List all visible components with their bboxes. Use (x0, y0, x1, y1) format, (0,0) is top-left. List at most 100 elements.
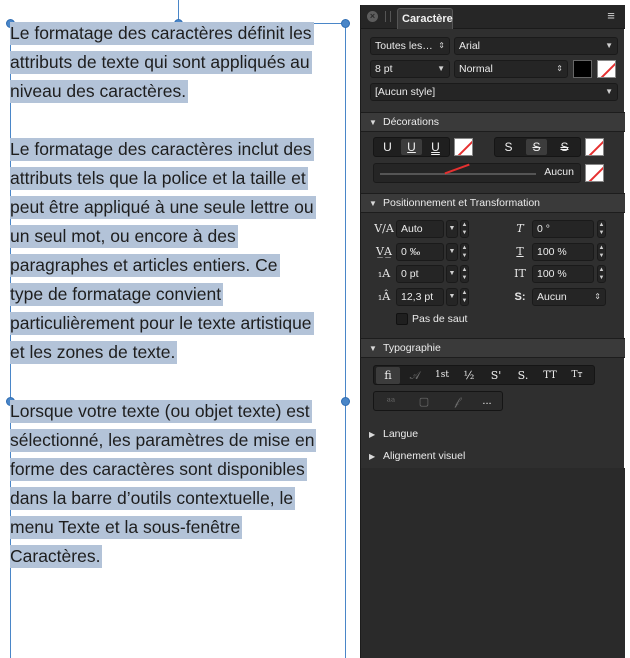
decoration-fill-swatch[interactable] (585, 164, 604, 182)
tab-character[interactable]: Caractère (397, 8, 453, 29)
updown-icon: ⇕ (594, 292, 601, 301)
horizontal-scale-value: 100 % (537, 246, 567, 258)
section-visual-alignment[interactable]: ▶ Alignement visuel (361, 446, 625, 466)
section-decorations[interactable]: ▼ Décorations (361, 112, 625, 132)
subscript-button[interactable]: S. (511, 367, 535, 384)
baseline-stepper[interactable]: ▲ ▼ (460, 265, 469, 283)
slider-track (380, 173, 536, 175)
vertical-scale-field[interactable]: 100 % (532, 265, 594, 283)
baseline-field[interactable]: 0 pt (396, 265, 444, 283)
text-line: Caractères. (10, 542, 350, 571)
baseline-dropdown-icon[interactable]: ▼ (446, 265, 458, 283)
tracking-field[interactable]: 0 ‰ (396, 243, 444, 261)
more-typography-button[interactable]: ... (475, 393, 499, 410)
character-style-select[interactable]: [Aucun style] ▼ (370, 83, 618, 101)
ligatures-button[interactable]: ﬁ (376, 367, 400, 384)
font-family-select[interactable]: Arial ▼ (454, 37, 618, 55)
no-break-checkbox[interactable] (396, 313, 408, 325)
shear-stepper[interactable]: ▲ ▼ (597, 220, 606, 238)
vertical-scale-value: 100 % (537, 268, 567, 280)
section-title: Décorations (383, 116, 440, 128)
section-title: Alignement visuel (383, 450, 466, 462)
strikethrough-button-group: S S S (494, 137, 581, 157)
typography-row-1: ﬁ 𝒜 1st ½ S' S. TT Tт (373, 365, 595, 385)
selected-text: peut être appliqué à une seule lettre ou (10, 196, 316, 219)
baseline-icon: ₁A (377, 267, 391, 280)
leading-field[interactable]: 12,3 pt (396, 288, 444, 306)
underline-none-button[interactable]: U (377, 139, 398, 155)
selected-text: menu Texte et la sous-fenêtre (10, 516, 243, 539)
selected-text: paragraphes et articles entiers. Ce (10, 254, 280, 277)
vertical-scale-stepper[interactable]: ▲ ▼ (597, 265, 606, 283)
kerning-field[interactable]: Auto (396, 220, 444, 238)
section-title: Typographie (383, 342, 441, 354)
selected-text: attributs de texte qui sont appliqués au (10, 51, 312, 74)
section-title: Langue (383, 428, 419, 440)
triangle-right-icon: ▶ (369, 452, 376, 461)
contextual-alternates-button[interactable]: 𝒻 (442, 393, 472, 410)
tracking-dropdown-icon[interactable]: ▼ (446, 243, 458, 261)
chevron-down-icon: ▼ (605, 87, 613, 96)
leading-value: 12,3 pt (401, 291, 434, 303)
ordinals-button[interactable]: 1st (430, 367, 454, 384)
underline-single-button[interactable]: U (401, 139, 422, 155)
strikethrough-double-button[interactable]: S (554, 139, 575, 155)
kerning-value: Auto (401, 223, 423, 235)
all-caps-button[interactable]: TT (538, 367, 562, 384)
kerning-dropdown-icon[interactable]: ▼ (446, 220, 458, 238)
close-icon[interactable]: × (367, 11, 378, 22)
underline-double-button[interactable]: U (425, 139, 446, 155)
horizontal-scale-field[interactable]: 100 % (532, 243, 594, 261)
swash-button[interactable]: 𝒜 (403, 367, 427, 384)
horizontal-scale-stepper[interactable]: ▲ ▼ (597, 243, 606, 261)
slider-value: Aucun (544, 166, 574, 178)
decoration-weight-slider[interactable]: Aucun (373, 163, 581, 183)
tracking-stepper[interactable]: ▲ ▼ (460, 243, 469, 261)
section-language[interactable]: ▶ Langue (361, 424, 625, 444)
tracking-icon: V̲A̲ (376, 245, 392, 258)
leading-dropdown-icon[interactable]: ▼ (446, 288, 458, 306)
stylistic-alternates-button[interactable]: ᵃᵃ (376, 393, 406, 410)
font-style-select[interactable]: Normal ⇕ (454, 60, 568, 78)
text-highlight-none-swatch[interactable] (597, 60, 616, 78)
strikethrough-single-button[interactable]: S (526, 139, 547, 155)
paragraph-2[interactable]: Le formatage des caractères inclut des a… (10, 135, 350, 367)
character-panel: × Caractère ≡ Toutes les… ⇕ Arial ▼ 8 pt… (360, 5, 625, 658)
paragraph-3[interactable]: Lorsque votre texte (ou objet texte) est… (10, 397, 350, 571)
shear-field[interactable]: 0 ° (532, 220, 594, 238)
font-family-value: Arial (459, 40, 481, 52)
ornaments-button[interactable]: ▢ (409, 393, 439, 410)
small-caps-button[interactable]: Tт (565, 367, 589, 384)
baseline-value: 0 pt (401, 268, 419, 280)
superscript-button[interactable]: S' (484, 367, 508, 384)
font-size-field[interactable]: 8 pt ▼ (370, 60, 450, 78)
section-title: Positionnement et Transformation (383, 197, 540, 209)
font-collection-select[interactable]: Toutes les… ⇕ (370, 37, 450, 55)
updown-icon: ⇕ (556, 64, 563, 73)
section-positioning[interactable]: ▼ Positionnement et Transformation (361, 193, 625, 213)
underline-color-swatch[interactable] (454, 138, 473, 156)
section-typography[interactable]: ▼ Typographie (361, 338, 625, 358)
selected-text: sélectionné, les paramètres de mise en (10, 429, 317, 452)
panel-menu-icon[interactable]: ≡ (603, 8, 619, 24)
leading-icon: ₁Â (377, 290, 391, 303)
paragraph-1[interactable]: Le formatage des caractères définit les … (10, 19, 350, 106)
no-break-label: Pas de saut (412, 313, 468, 325)
text-fill-color-swatch[interactable] (573, 60, 592, 78)
strikethrough-color-swatch[interactable] (585, 138, 604, 156)
kerning-stepper[interactable]: ▲ ▼ (460, 220, 469, 238)
alignment-select[interactable]: Aucun ⇕ (532, 288, 606, 306)
text-line: Le formatage des caractères inclut des (10, 135, 350, 164)
text-line: forme des caractères sont disponibles (10, 455, 350, 484)
drag-grip-icon[interactable] (385, 11, 391, 22)
triangle-right-icon: ▶ (369, 430, 376, 439)
alignment-value: Aucun (537, 291, 567, 303)
text-line: Lorsque votre texte (ou objet texte) est (10, 397, 350, 426)
leading-stepper[interactable]: ▲ ▼ (460, 288, 469, 306)
selected-text: Lorsque votre texte (ou objet texte) est (10, 400, 312, 423)
text-frame[interactable]: Le formatage des caractères définit les … (0, 0, 356, 658)
fractions-button[interactable]: ½ (457, 367, 481, 384)
kerning-icon: V/A (374, 222, 394, 235)
character-style-value: [Aucun style] (375, 86, 436, 98)
strikethrough-none-button[interactable]: S (498, 139, 519, 155)
